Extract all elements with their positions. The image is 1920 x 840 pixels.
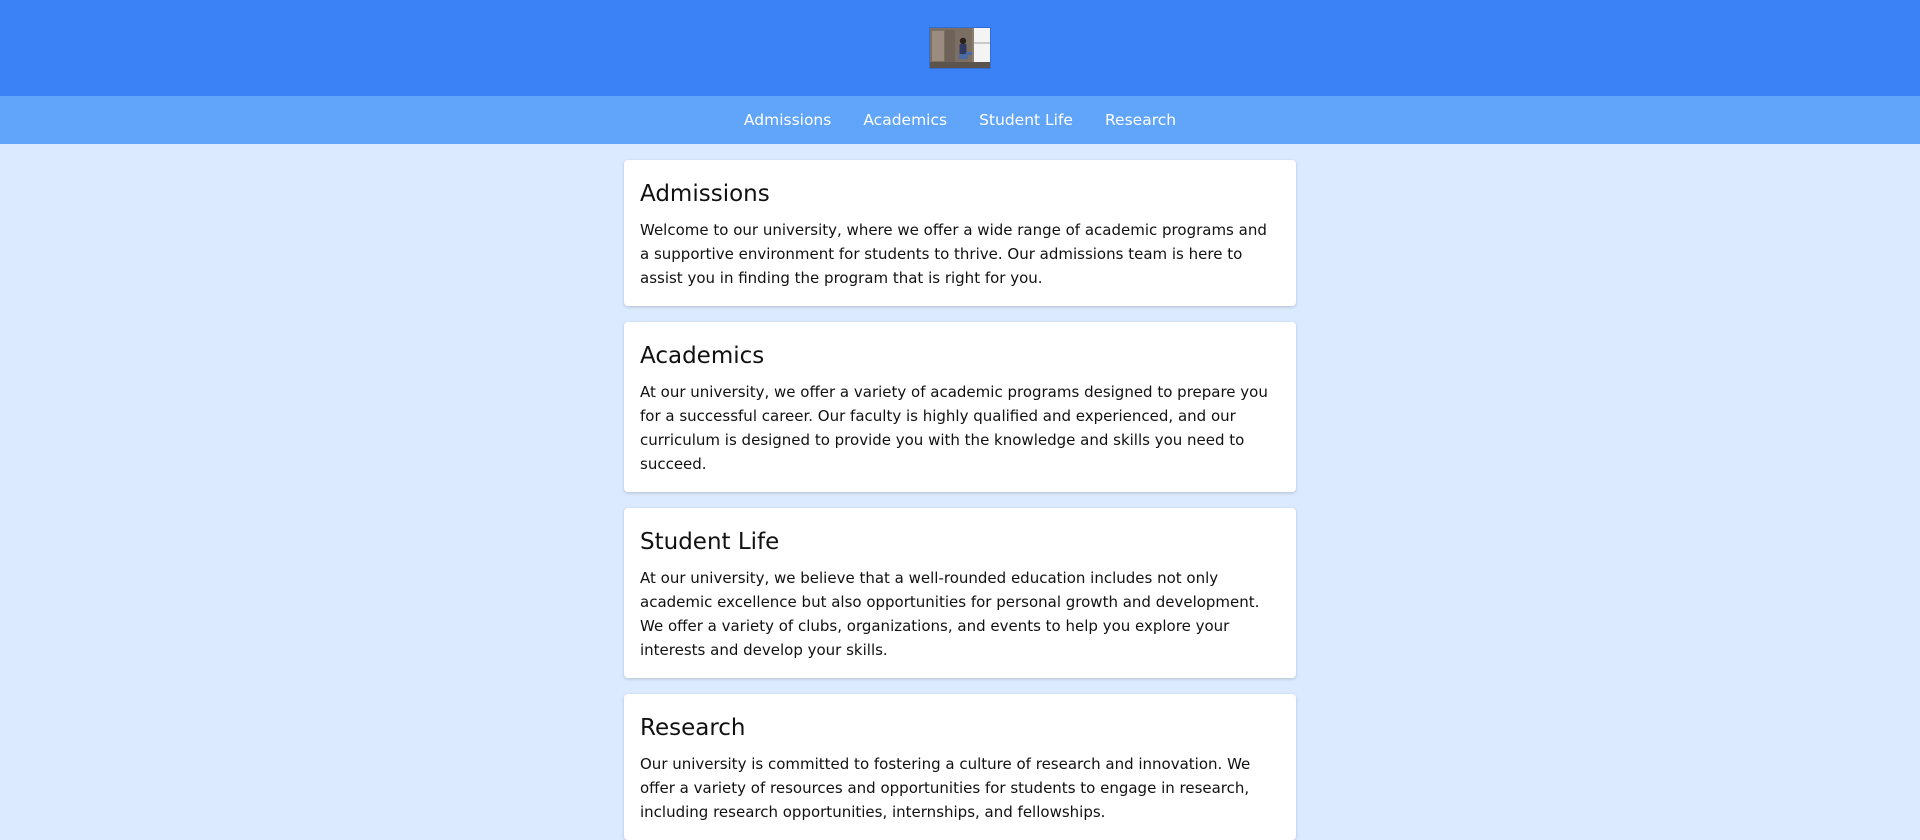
main-content: Admissions Welcome to our university, wh… <box>624 160 1296 840</box>
section-body: Our university is committed to fostering… <box>640 755 1251 821</box>
nav-link-research[interactable]: Research <box>1105 111 1176 129</box>
admissions-card: Admissions Welcome to our university, wh… <box>624 160 1296 306</box>
section-body: At our university, we believe that a wel… <box>640 569 1260 659</box>
research-card: Research Our university is committed to … <box>624 694 1296 840</box>
site-header <box>0 0 1920 96</box>
main-nav: Admissions Academics Student Life Resear… <box>0 96 1920 144</box>
logo-image[interactable] <box>930 28 990 68</box>
nav-link-academics[interactable]: Academics <box>863 111 947 129</box>
student-life-card: Student Life At our university, we belie… <box>624 508 1296 678</box>
nav-link-admissions[interactable]: Admissions <box>744 111 831 129</box>
section-title: Student Life <box>640 529 780 555</box>
section-title: Academics <box>640 343 765 369</box>
section-body: At our university, we offer a variety of… <box>640 383 1268 473</box>
nav-link-student-life[interactable]: Student Life <box>979 111 1073 129</box>
section-title: Research <box>640 715 746 741</box>
section-title: Admissions <box>640 181 770 207</box>
academics-card: Academics At our university, we offer a … <box>624 322 1296 492</box>
section-body: Welcome to our university, where we offe… <box>640 221 1267 287</box>
